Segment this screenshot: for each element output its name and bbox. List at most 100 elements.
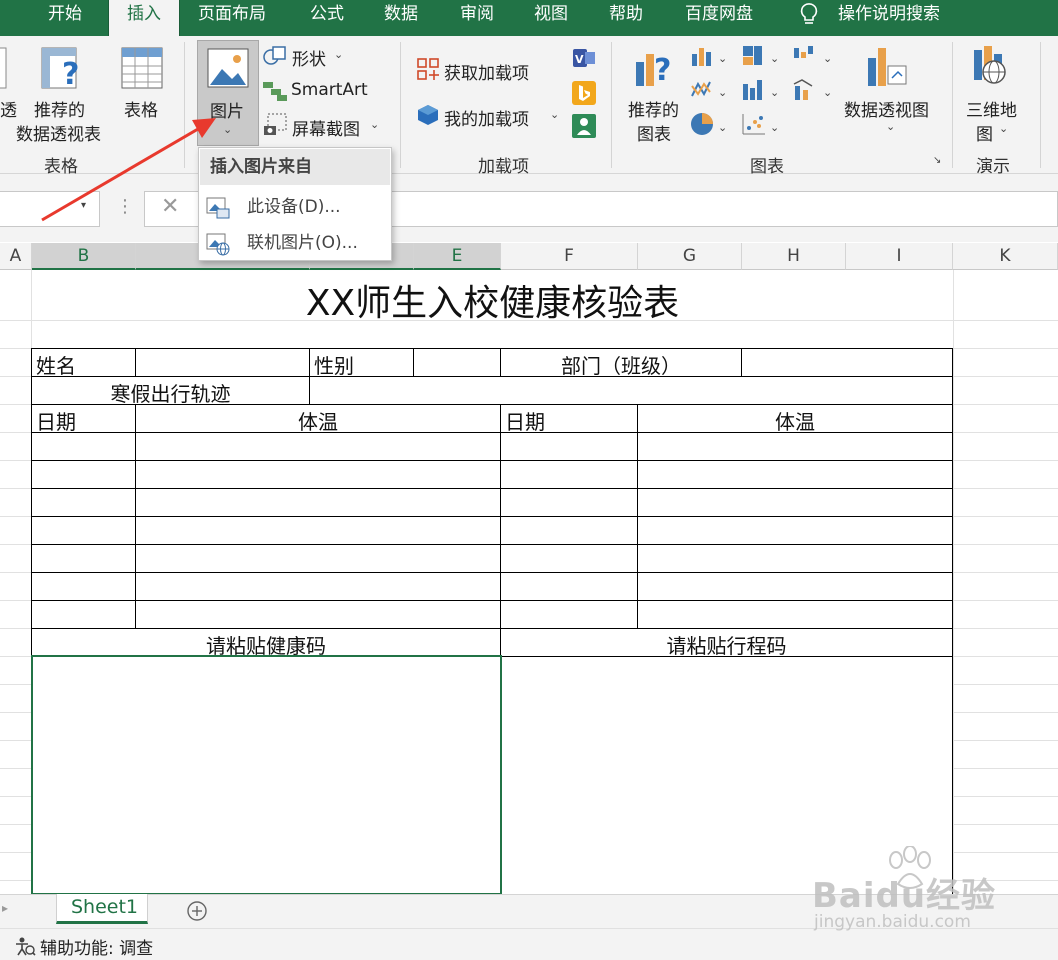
svg-text:⌄: ⌄ [770, 121, 779, 134]
gridline [953, 488, 1058, 489]
chevron-down-icon: ⌄ [886, 120, 896, 133]
pivot-chart-icon[interactable] [864, 44, 914, 92]
temperature-label-1: 体温 [298, 410, 338, 434]
gridline [0, 376, 32, 377]
table-border [135, 404, 136, 628]
sheet-tab-bar: ▸ Sheet1 [0, 894, 1058, 928]
statistic-chart-icon[interactable]: ⌄ [741, 78, 781, 102]
waterfall-chart-icon[interactable]: ⌄ [792, 44, 834, 68]
column-header-h[interactable]: H [742, 243, 846, 270]
ribbon-separator [400, 42, 401, 168]
table-border [31, 376, 953, 377]
gridline [953, 656, 1058, 657]
line-chart-icon[interactable]: ⌄ [690, 78, 730, 102]
gridline [0, 544, 32, 545]
accessibility-status[interactable]: 辅助功能: 调查 [40, 934, 153, 959]
date-label-1: 日期 [36, 410, 76, 434]
scroll-left-icon[interactable]: ▸ [2, 901, 8, 915]
gridline [0, 880, 32, 881]
svg-text:⌄: ⌄ [823, 86, 832, 99]
pie-chart-icon[interactable]: ⌄ [690, 112, 730, 138]
column-header-a[interactable]: A [0, 243, 32, 270]
tab-review[interactable]: 审阅 [460, 0, 494, 36]
people-graph-icon[interactable] [571, 113, 597, 139]
sheet-tab-sheet1[interactable]: Sheet1 [56, 894, 148, 924]
gridline [953, 544, 1058, 545]
get-addins-label[interactable]: 获取加载项 [444, 59, 529, 84]
screenshot-icon [264, 113, 287, 135]
column-chart-icon[interactable]: ⌄ [690, 44, 730, 68]
column-header-k[interactable]: K [953, 243, 1058, 270]
chevron-down-icon: ⌄ [550, 108, 560, 121]
my-addins-icon [418, 105, 438, 125]
smartart-label[interactable]: SmartArt [291, 80, 368, 100]
menu-bar: 开始 插入 页面布局 公式 数据 审阅 视图 帮助 百度网盘 操作说明搜索 [0, 0, 1058, 36]
temperature-label-2: 体温 [775, 410, 815, 434]
column-header-f[interactable]: F [501, 243, 638, 270]
svg-text:?: ? [62, 57, 79, 92]
scatter-chart-icon[interactable]: ⌄ [741, 112, 781, 138]
gridline [0, 516, 32, 517]
svg-text:⌄: ⌄ [718, 52, 727, 65]
worksheet-grid[interactable]: XX师生入校健康核验表 姓名 性别 部门（班级） 寒假出行轨迹 日期 体温 日期… [0, 270, 1058, 894]
annotation-arrow-icon [41, 118, 216, 222]
tab-baidu-netdisk[interactable]: 百度网盘 [685, 0, 753, 36]
add-sheet-icon[interactable] [186, 900, 208, 922]
gridline [0, 600, 32, 601]
svg-text:?: ? [654, 53, 671, 88]
gridline [953, 516, 1058, 517]
tab-page-layout[interactable]: 页面布局 [198, 0, 266, 36]
column-header-i[interactable]: I [846, 243, 953, 270]
gridline [953, 768, 1058, 769]
tab-formulas[interactable]: 公式 [310, 0, 344, 36]
3d-map-label-2[interactable]: 图 [976, 120, 993, 145]
tab-view[interactable]: 视图 [534, 0, 568, 36]
table-border [31, 348, 953, 349]
online-pictures-icon [206, 233, 230, 256]
table-border [31, 544, 953, 545]
combo-chart-icon[interactable]: ⌄ [792, 78, 834, 102]
table-border [135, 348, 136, 376]
shapes-label[interactable]: 形状 [292, 45, 326, 70]
table-icon[interactable] [120, 46, 164, 90]
gridline [0, 852, 32, 853]
table-border [31, 516, 953, 517]
shapes-icon [263, 46, 286, 65]
visio-icon[interactable]: V [571, 46, 597, 70]
bing-icon[interactable] [571, 80, 597, 106]
gridline [953, 684, 1058, 685]
pivot-table-icon-partial[interactable] [0, 46, 8, 90]
tab-home[interactable]: 开始 [48, 0, 82, 36]
tab-data[interactable]: 数据 [384, 0, 418, 36]
accessibility-icon[interactable] [14, 935, 36, 957]
recommended-charts-label-2[interactable]: 图表 [637, 120, 671, 145]
hierarchy-chart-icon[interactable]: ⌄ [741, 44, 781, 68]
gridline [953, 740, 1058, 741]
tab-help[interactable]: 帮助 [609, 0, 643, 36]
gridline [0, 684, 32, 685]
status-bar: 辅助功能: 调查 [0, 928, 1058, 960]
recommended-charts-label-1[interactable]: 推荐的 [628, 96, 679, 121]
get-addins-icon [417, 58, 439, 80]
dialog-launcher-icon[interactable]: ↘ [933, 155, 941, 166]
column-header-e[interactable]: E [414, 243, 501, 270]
3d-map-label-1[interactable]: 三维地 [966, 96, 1017, 121]
gridline [953, 880, 1058, 881]
gridline [953, 600, 1058, 601]
menu-item-online-pictures[interactable]: 联机图片(O)... [199, 225, 391, 261]
3d-map-icon[interactable] [970, 44, 1018, 92]
gridline [0, 824, 32, 825]
tell-me-search[interactable]: 操作说明搜索 [838, 0, 940, 36]
column-header-b[interactable]: B [32, 243, 136, 270]
health-code-label: 请粘贴健康码 [206, 634, 326, 658]
pivot-chart-label[interactable]: 数据透视图 [844, 96, 929, 121]
screenshot-label[interactable]: 屏幕截图 [292, 115, 360, 140]
gridline [953, 796, 1058, 797]
selected-range[interactable] [31, 655, 502, 894]
recommended-charts-icon[interactable]: ? [632, 44, 680, 92]
tab-insert[interactable]: 插入 [108, 0, 180, 36]
table-border [31, 628, 953, 629]
column-header-g[interactable]: G [638, 243, 742, 270]
chevron-down-icon: ⌄ [370, 118, 380, 131]
my-addins-label[interactable]: 我的加载项 [444, 105, 529, 130]
